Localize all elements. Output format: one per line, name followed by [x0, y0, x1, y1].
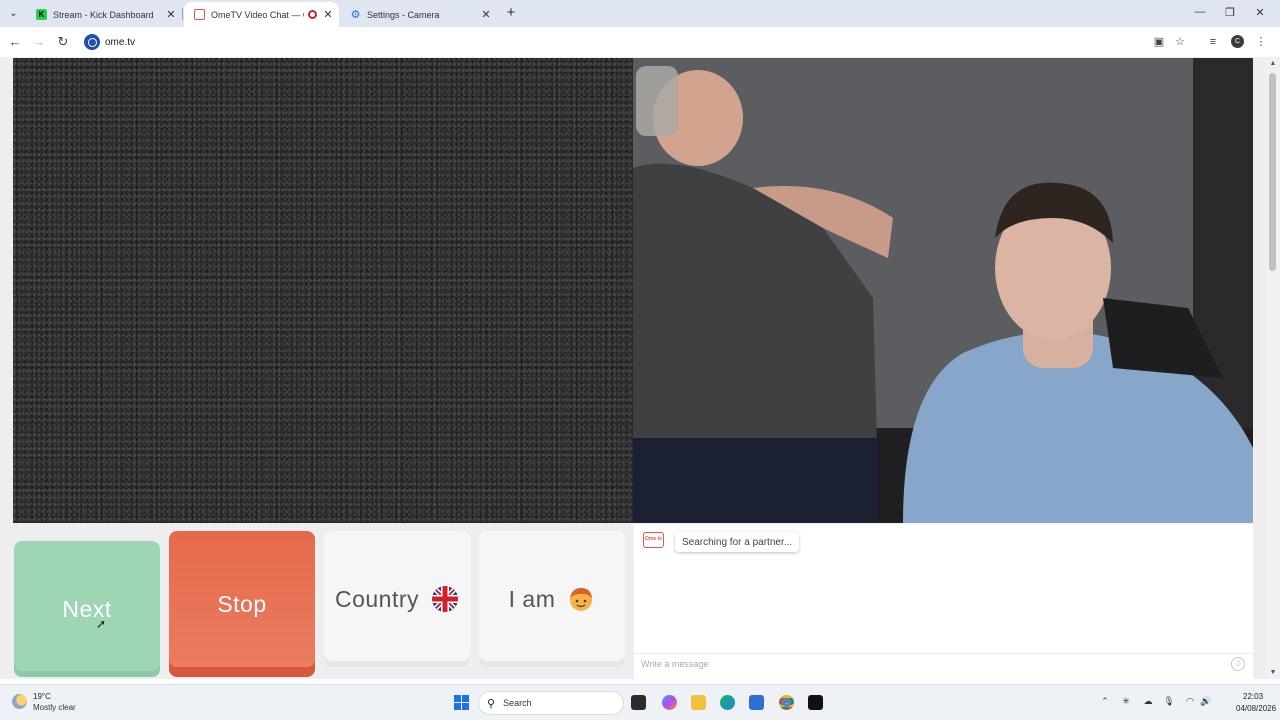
show-hidden-icons-chevron-icon[interactable]: ⌃ [1099, 696, 1111, 707]
country-button-label: Country [334, 585, 420, 612]
media-controls-icon[interactable]: ≡ [1206, 35, 1220, 49]
weather-temperature[interactable]: 19°C [33, 692, 51, 701]
message-input-placeholder[interactable]: Write a message [641, 659, 708, 669]
tab-kick-dashboard[interactable]: K Stream - Kick Dashboard ✕ [26, 2, 182, 27]
close-tab-icon[interactable]: ✕ [479, 8, 493, 21]
page-scrollbar[interactable]: ▲ ▼ [1266, 57, 1280, 679]
i-am-button[interactable]: I am [479, 531, 625, 667]
ometv-favicon-icon [194, 9, 205, 20]
tab-strip: ⌄ K Stream - Kick Dashboard ✕ OmeTV Vide… [0, 0, 1280, 27]
slack-tray-icon[interactable]: ✳ [1120, 696, 1132, 707]
site-info-icon[interactable] [84, 34, 100, 50]
tab-divider [182, 8, 183, 20]
microsoft-store-icon[interactable] [749, 695, 764, 710]
volume-icon[interactable]: 🔊 [1200, 696, 1212, 707]
scroll-up-arrow-icon[interactable]: ▲ [1269, 60, 1277, 67]
onedrive-tray-icon[interactable]: ☁ [1142, 696, 1154, 707]
copilot-icon[interactable] [662, 695, 677, 710]
task-view-icon[interactable] [631, 695, 646, 710]
close-window-button[interactable]: ✕ [1252, 6, 1268, 19]
chat-panel: Ome tv Searching for a partner... Write … [634, 524, 1253, 679]
taskbar-search[interactable]: ⚲ Search [478, 691, 624, 715]
self-camera-video [633, 58, 1253, 523]
close-tab-icon[interactable]: ✕ [164, 8, 178, 21]
browser-toolbar: ← → ↻ ome.tv ▣ ☆ ≡ C ⋮ [0, 27, 1280, 57]
profile-avatar[interactable]: C [1231, 35, 1244, 48]
next-button[interactable]: Next [14, 541, 160, 677]
minimize-button[interactable]: — [1192, 6, 1208, 18]
close-tab-icon[interactable]: ✕ [321, 8, 335, 21]
boy-face-icon [570, 588, 593, 611]
partner-video-static [13, 58, 633, 523]
country-button[interactable]: Country [324, 531, 470, 667]
windows-start-icon[interactable] [454, 695, 469, 710]
scrollbar-thumb[interactable] [1269, 73, 1276, 271]
message-input[interactable]: Write a message ☺ [634, 653, 1253, 673]
tab-title: Stream - Kick Dashboard [53, 9, 154, 20]
more-menu-icon[interactable]: ⋮ [1254, 35, 1268, 49]
status-message: Searching for a partner... [675, 532, 800, 552]
weather-description[interactable]: Mostly clear [33, 703, 76, 712]
tab-search-menu-icon[interactable]: ⌄ [5, 5, 22, 22]
clock-time[interactable]: 22:03 [1243, 692, 1263, 701]
windows-taskbar: 19°C Mostly clear ⚲ Search ⌃ ✳ ☁ 🎙 ◠ 🔊 2… [0, 684, 1280, 720]
clock-date[interactable]: 04/08/2026 [1236, 704, 1276, 713]
ometv-page: Next Stop Country I am ➚ Ome tv Searchin… [0, 57, 1280, 679]
tab-title: OmeTV Video Chat — Ome [211, 9, 304, 20]
stop-button[interactable]: Stop [169, 531, 315, 677]
forward-arrow-icon[interactable]: → [31, 34, 47, 50]
wifi-icon[interactable]: ◠ [1184, 696, 1196, 707]
ometv-logo-icon: Ome tv [643, 532, 664, 548]
edge-browser-icon[interactable] [720, 695, 735, 710]
tab-settings-camera[interactable]: ⚙ Settings - Camera ✕ [340, 2, 497, 27]
url-text[interactable]: ome.tv [105, 37, 135, 48]
tab-ometv[interactable]: OmeTV Video Chat — Ome ✕ [184, 2, 339, 27]
mouse-cursor-icon: ➚ [96, 617, 107, 631]
back-arrow-icon[interactable]: ← [7, 34, 23, 50]
address-bar[interactable]: ome.tv [81, 31, 1197, 53]
cast-icon[interactable]: ▣ [1152, 35, 1166, 49]
camera-feed-illustration [633, 58, 1253, 523]
scroll-down-arrow-icon[interactable]: ▼ [1269, 669, 1277, 676]
bookmark-star-icon[interactable]: ☆ [1173, 35, 1187, 49]
tab-title: Settings - Camera [367, 9, 440, 20]
taskbar-search-label: Search [503, 698, 532, 708]
search-icon: ⚲ [487, 697, 496, 710]
stop-button-label: Stop [217, 590, 267, 617]
obs-app-icon[interactable] [808, 695, 823, 710]
chrome-icon[interactable] [779, 695, 794, 710]
emoji-icon[interactable]: ☺ [1231, 657, 1245, 671]
microphone-icon[interactable]: 🎙 [1163, 696, 1175, 707]
new-tab-button[interactable]: + [503, 5, 519, 21]
file-explorer-icon[interactable] [691, 695, 706, 710]
weather-icon[interactable] [12, 694, 27, 709]
kick-favicon-icon: K [36, 9, 47, 20]
reload-icon[interactable]: ↻ [55, 34, 71, 50]
i-am-button-label: I am [508, 585, 556, 612]
recording-indicator-icon [308, 10, 317, 19]
gear-icon: ⚙ [350, 9, 361, 21]
uk-flag-icon [432, 586, 459, 612]
restore-button[interactable]: ❐ [1222, 6, 1238, 19]
